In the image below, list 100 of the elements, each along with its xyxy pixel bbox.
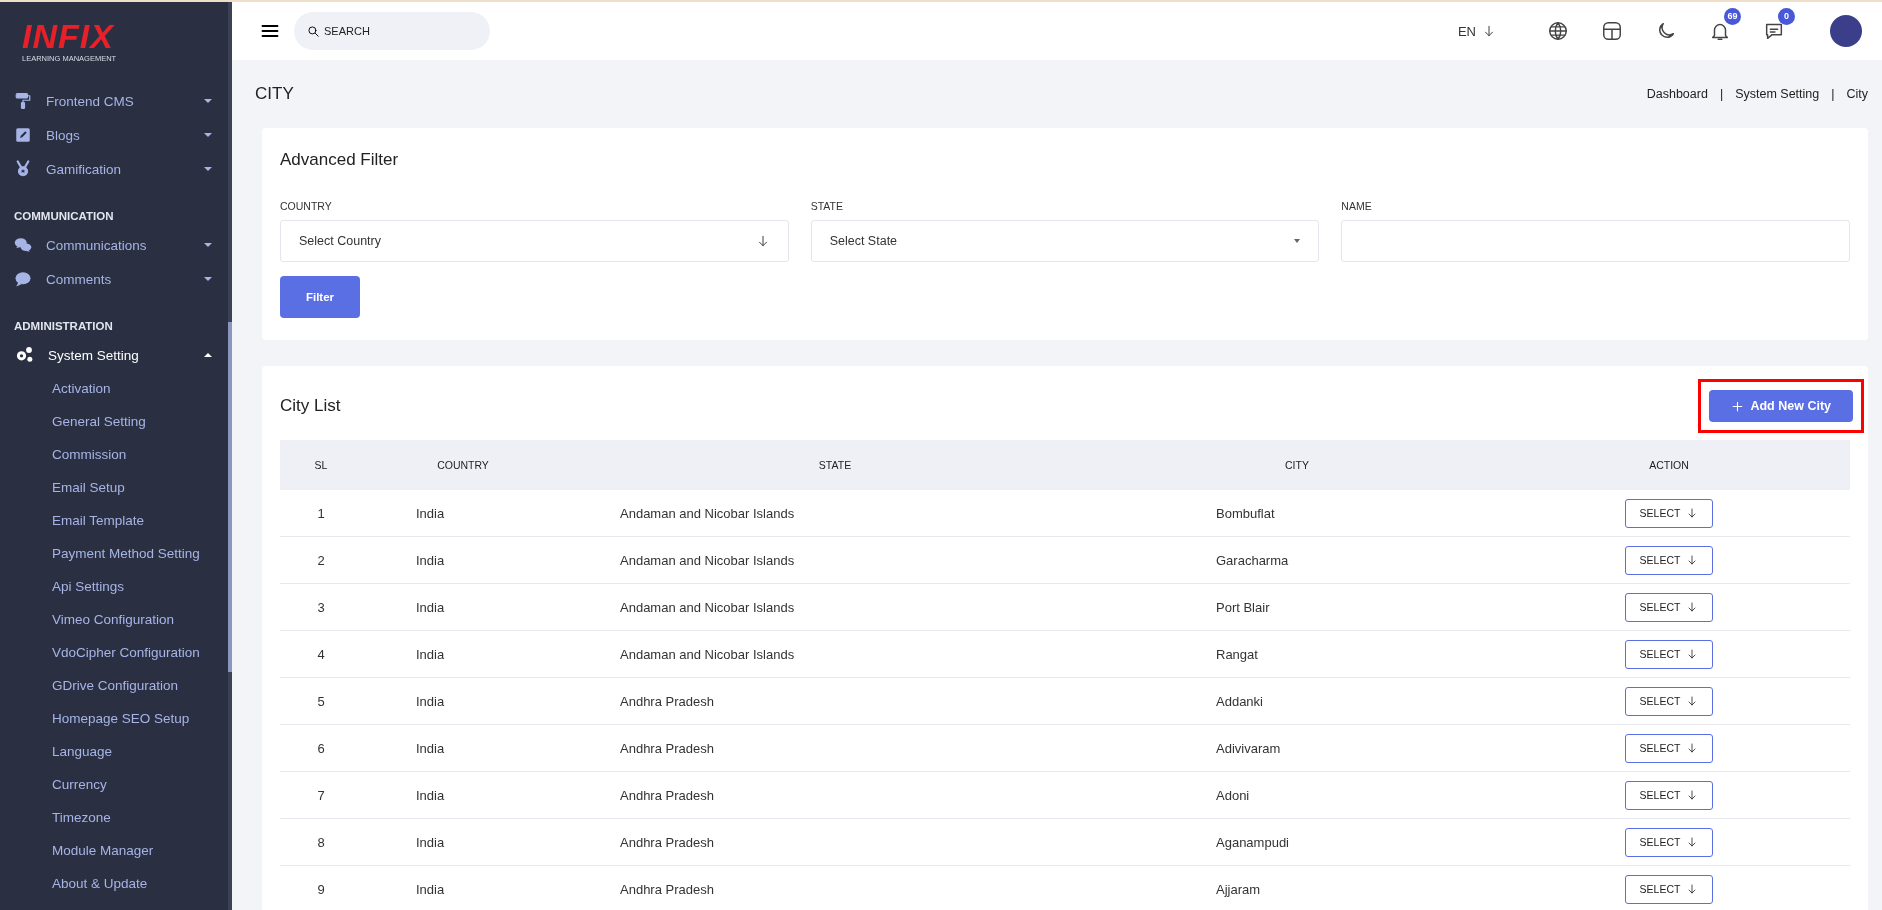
sidebar-heading: ADMINISTRATION bbox=[13, 320, 114, 332]
sidebar-subitem[interactable]: VdoCipher Configuration bbox=[0, 636, 228, 669]
breadcrumb[interactable]: City bbox=[1846, 87, 1868, 101]
paint-roller-icon bbox=[14, 92, 32, 110]
table-cell: 8 bbox=[317, 834, 325, 850]
card-title: City List bbox=[280, 396, 341, 416]
medal-icon bbox=[14, 160, 32, 178]
table-cell: Garacharma bbox=[1216, 552, 1289, 568]
table-cell: India bbox=[416, 693, 445, 709]
select-button[interactable]: SELECT bbox=[1624, 686, 1714, 716]
table-cell: Port Blair bbox=[1216, 599, 1270, 615]
plus-icon bbox=[1731, 399, 1745, 413]
select-button[interactable]: SELECT bbox=[1624, 827, 1714, 857]
sidebar-item[interactable]: Communications bbox=[0, 228, 228, 262]
select-button[interactable]: SELECT bbox=[1624, 592, 1714, 622]
sidebar-subitem[interactable]: General Setting bbox=[0, 405, 228, 438]
table-cell: Andaman and Nicobar Islands bbox=[620, 552, 795, 568]
sidebar-item[interactable]: Blogs bbox=[0, 118, 228, 152]
sidebar-subitem[interactable]: Email Template bbox=[0, 504, 228, 537]
breadcrumb-separator: | bbox=[1831, 87, 1835, 101]
table-cell: Bombuflat bbox=[1216, 505, 1275, 521]
table-cell: 1 bbox=[317, 505, 325, 521]
select-button[interactable]: SELECT bbox=[1624, 733, 1714, 763]
country-select[interactable]: Select Country bbox=[280, 220, 789, 262]
breadcrumb-separator: | bbox=[1719, 87, 1724, 101]
edit-icon bbox=[14, 126, 32, 144]
language-selector[interactable]: EN bbox=[1457, 23, 1496, 39]
sidebar-subitem[interactable]: Commission bbox=[0, 438, 228, 471]
notification-count: 69 bbox=[1724, 8, 1741, 25]
table-cell: Andaman and Nicobar Islands bbox=[620, 646, 795, 662]
select-button[interactable]: SELECT bbox=[1624, 498, 1714, 528]
sidebar-subitem[interactable]: Language bbox=[0, 735, 228, 768]
table-cell: Andhra Pradesh bbox=[620, 834, 714, 850]
add-city-button[interactable]: Add New City bbox=[1709, 390, 1853, 422]
sidebar-subitem[interactable]: Activation bbox=[0, 372, 228, 405]
select-button[interactable]: SELECT bbox=[1624, 639, 1714, 669]
table-cell: India bbox=[416, 646, 445, 662]
sidebar-item[interactable]: System Setting bbox=[0, 338, 228, 372]
chat-bubbles-icon bbox=[14, 236, 32, 254]
table-cell: Rangat bbox=[1216, 646, 1258, 662]
state-select[interactable]: Select State bbox=[810, 220, 1320, 262]
name-field[interactable] bbox=[1341, 220, 1850, 262]
select-button[interactable]: SELECT bbox=[1624, 545, 1714, 575]
table-cell: India bbox=[416, 787, 445, 803]
sidebar-subitem[interactable]: Timezone bbox=[0, 801, 228, 834]
sidebar-subitem[interactable]: Currency bbox=[0, 768, 228, 801]
scrollbar[interactable] bbox=[228, 2, 232, 910]
table-cell: India bbox=[416, 834, 445, 850]
comment-icon bbox=[14, 270, 32, 288]
message-count: 0 bbox=[1778, 8, 1795, 25]
table-cell: Andhra Pradesh bbox=[620, 787, 714, 803]
table-cell: 6 bbox=[317, 740, 325, 756]
column-header: ACTION bbox=[1488, 440, 1850, 490]
sidebar-subitem[interactable]: About & Update bbox=[0, 867, 228, 900]
field-label: COUNTRY bbox=[280, 200, 333, 212]
column-header: SL bbox=[280, 440, 362, 490]
search-field[interactable]: SEARCH bbox=[294, 12, 490, 50]
column-header: COUNTRY bbox=[362, 440, 564, 490]
filter-button[interactable]: Filter bbox=[280, 276, 360, 318]
gears-icon bbox=[14, 345, 34, 365]
table-cell: India bbox=[416, 505, 445, 521]
sidebar-subitem[interactable]: Email Setup bbox=[0, 471, 228, 504]
table-cell: 9 bbox=[317, 881, 325, 897]
arrow-down-icon bbox=[1482, 24, 1496, 38]
sidebar-item[interactable]: Comments bbox=[0, 262, 228, 296]
table-cell: Andaman and Nicobar Islands bbox=[620, 505, 795, 521]
sidebar-subitem[interactable]: Homepage SEO Setup bbox=[0, 702, 228, 735]
sidebar-subitem[interactable]: Module Manager bbox=[0, 834, 228, 867]
select-button[interactable]: SELECT bbox=[1624, 874, 1714, 904]
table-cell: Andhra Pradesh bbox=[620, 693, 714, 709]
messages-button[interactable]: 0 bbox=[1763, 8, 1795, 42]
breadcrumb[interactable]: Dashboard bbox=[1646, 87, 1708, 101]
notifications-button[interactable]: 69 bbox=[1709, 8, 1741, 42]
table-cell: 2 bbox=[317, 552, 325, 568]
sidebar-subitem[interactable]: GDrive Configuration bbox=[0, 669, 228, 702]
sidebar-heading: COMMUNICATION bbox=[13, 210, 115, 222]
sidebar-item[interactable]: Gamification bbox=[0, 152, 228, 186]
table-cell: India bbox=[416, 881, 445, 897]
table-cell: India bbox=[416, 552, 445, 568]
select-button[interactable]: SELECT bbox=[1624, 780, 1714, 810]
sidebar-subitem[interactable]: Api Settings bbox=[0, 570, 228, 603]
table-cell: Andhra Pradesh bbox=[620, 881, 714, 897]
layout-icon bbox=[1601, 20, 1623, 42]
sidebar-subitem[interactable]: Vimeo Configuration bbox=[0, 603, 228, 636]
table-cell: Aganampudi bbox=[1216, 834, 1289, 850]
avatar[interactable] bbox=[1830, 15, 1862, 47]
table-cell: Andaman and Nicobar Islands bbox=[620, 599, 795, 615]
table-cell: 7 bbox=[317, 787, 325, 803]
table-cell: Ajjaram bbox=[1216, 881, 1261, 897]
sidebar-item[interactable]: Frontend CMS bbox=[0, 84, 228, 118]
column-header: STATE bbox=[564, 440, 1106, 490]
sidebar-subitem[interactable]: Payment Method Setting bbox=[0, 537, 228, 570]
table-cell: Adoni bbox=[1216, 787, 1250, 803]
table-cell: 4 bbox=[317, 646, 325, 662]
table-cell: Adivivaram bbox=[1216, 740, 1281, 756]
table-cell: India bbox=[416, 740, 445, 756]
breadcrumb[interactable]: System Setting bbox=[1735, 87, 1820, 101]
page-title: CITY bbox=[255, 84, 294, 104]
field-label: NAME bbox=[1341, 200, 1373, 212]
table-cell: 3 bbox=[317, 599, 325, 615]
